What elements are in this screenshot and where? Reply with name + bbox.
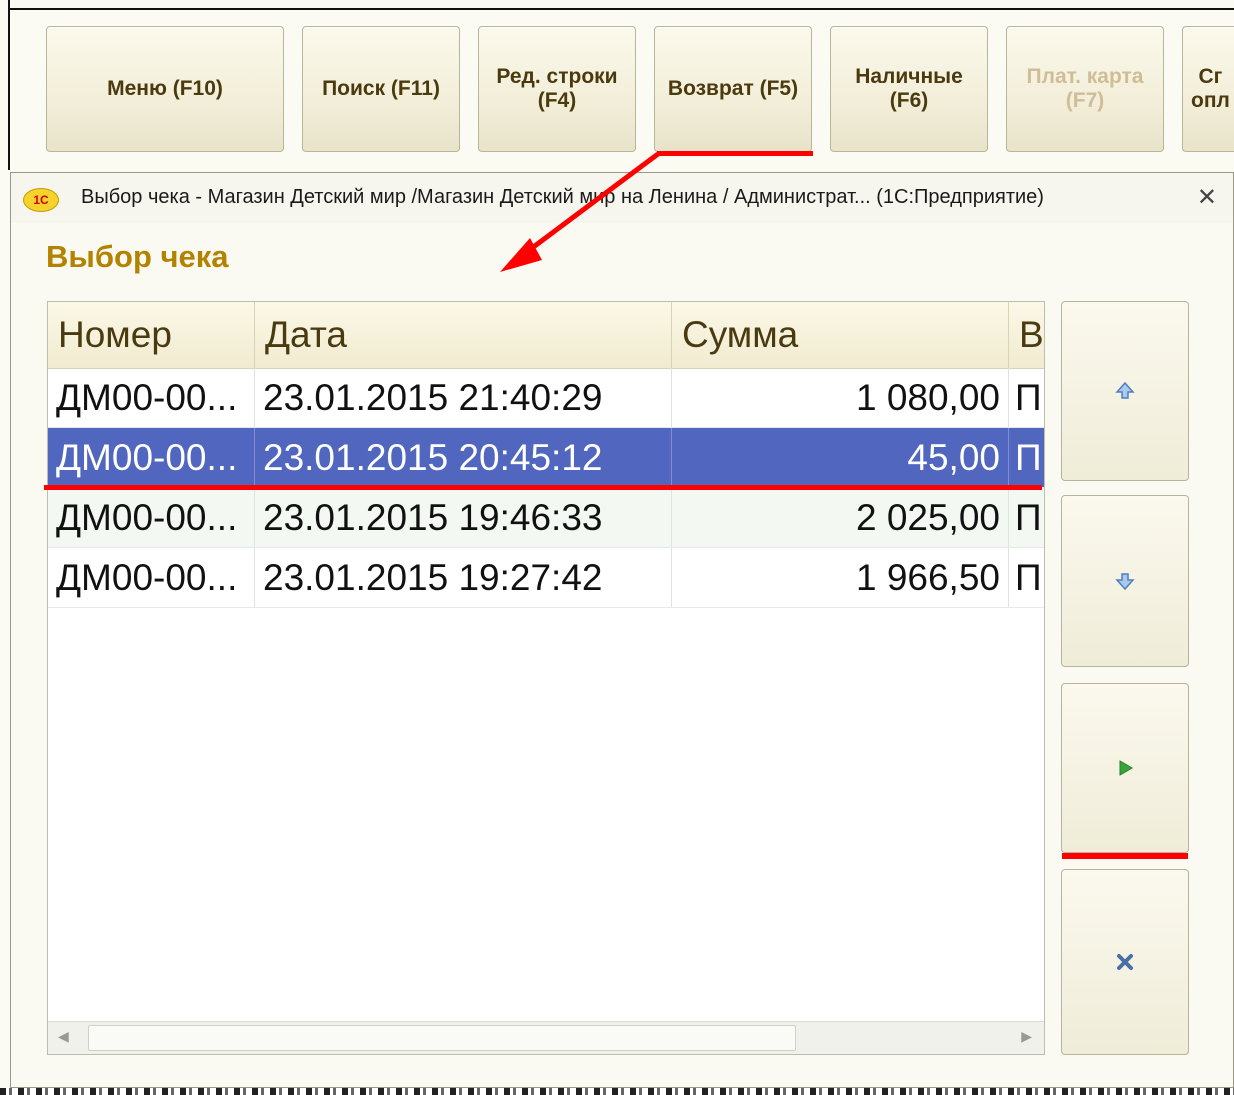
scroll-left-icon[interactable]: ◀ bbox=[58, 1028, 69, 1045]
cell-sum: 1 080,00 bbox=[672, 368, 1009, 427]
cell-number: ДМ00-00... bbox=[48, 368, 255, 427]
table-row[interactable]: ДМ00-00... 23.01.2015 19:27:42 1 966,50 … bbox=[48, 548, 1044, 608]
menu-button[interactable]: Меню (F10) bbox=[46, 26, 284, 152]
column-header-sum[interactable]: Сумма bbox=[672, 302, 1009, 368]
cell-sum: 45,00 bbox=[672, 428, 1009, 487]
cell-sum: 2 025,00 bbox=[672, 488, 1009, 547]
column-header-date[interactable]: Дата bbox=[255, 302, 672, 368]
column-header-extra[interactable]: В bbox=[1009, 302, 1044, 368]
annotation-underline-return bbox=[657, 151, 813, 156]
scrollbar-thumb[interactable] bbox=[88, 1025, 796, 1051]
cell-sum: 1 966,50 bbox=[672, 548, 1009, 607]
check-selection-dialog: 1С Выбор чека - Магазин Детский мир /Маг… bbox=[10, 172, 1234, 1088]
move-down-button[interactable] bbox=[1061, 495, 1189, 667]
cell-date: 23.01.2015 20:45:12 bbox=[255, 428, 672, 487]
table-row-selected[interactable]: ДМ00-00... 23.01.2015 20:45:12 45,00 П bbox=[48, 428, 1044, 488]
card-payment-button[interactable]: Плат. карта (F7) bbox=[1006, 26, 1164, 152]
return-button[interactable]: Возврат (F5) bbox=[654, 26, 812, 152]
form-title: Выбор чека bbox=[46, 239, 229, 274]
cell-date: 23.01.2015 19:46:33 bbox=[255, 488, 672, 547]
arrow-down-icon bbox=[1115, 573, 1135, 591]
frame-line bbox=[8, 0, 10, 170]
annotation-underline-select-button bbox=[1062, 853, 1188, 859]
close-icon bbox=[1117, 954, 1133, 970]
app-logo-icon: 1С bbox=[23, 188, 59, 212]
horizontal-scrollbar[interactable]: ◀ ▶ bbox=[48, 1021, 1044, 1054]
move-up-button[interactable] bbox=[1061, 301, 1189, 481]
table-row[interactable]: ДМ00-00... 23.01.2015 19:46:33 2 025,00 … bbox=[48, 488, 1044, 548]
cell-extra: П bbox=[1015, 377, 1042, 418]
search-button[interactable]: Поиск (F11) bbox=[302, 26, 460, 152]
close-window-icon[interactable]: ✕ bbox=[1197, 183, 1217, 212]
table-row[interactable]: ДМ00-00... 23.01.2015 21:40:29 1 080,00 … bbox=[48, 368, 1044, 428]
cell-date: 23.01.2015 21:40:29 bbox=[255, 368, 672, 427]
column-header-number[interactable]: Номер bbox=[48, 302, 255, 368]
cell-number: ДМ00-00... bbox=[48, 548, 255, 607]
cell-extra: П bbox=[1015, 557, 1042, 598]
cell-date: 23.01.2015 19:27:42 bbox=[255, 548, 672, 607]
table-header: Номер Дата Сумма В bbox=[48, 302, 1044, 369]
play-icon bbox=[1119, 760, 1133, 776]
cell-number: ДМ00-00... bbox=[48, 488, 255, 547]
scroll-right-icon[interactable]: ▶ bbox=[1021, 1028, 1032, 1045]
background-strip bbox=[0, 1088, 1234, 1095]
select-check-button[interactable] bbox=[1061, 683, 1189, 853]
frame-line bbox=[8, 8, 1234, 10]
arrow-up-icon bbox=[1115, 381, 1135, 399]
other-payment-button[interactable]: Сг опл bbox=[1182, 26, 1234, 152]
edit-row-button[interactable]: Ред. строки (F4) bbox=[478, 26, 636, 152]
cell-number: ДМ00-00... bbox=[48, 428, 255, 487]
annotation-arrow-icon bbox=[500, 151, 660, 272]
cell-extra: П bbox=[1015, 437, 1042, 478]
annotation-underline-selected-row bbox=[44, 485, 1042, 490]
cancel-button[interactable] bbox=[1061, 869, 1189, 1055]
cash-button[interactable]: Наличные (F6) bbox=[830, 26, 988, 152]
cell-extra: П bbox=[1015, 497, 1042, 538]
checks-table[interactable]: Номер Дата Сумма В ДМ00-00... 23.01.2015… bbox=[47, 301, 1045, 1055]
